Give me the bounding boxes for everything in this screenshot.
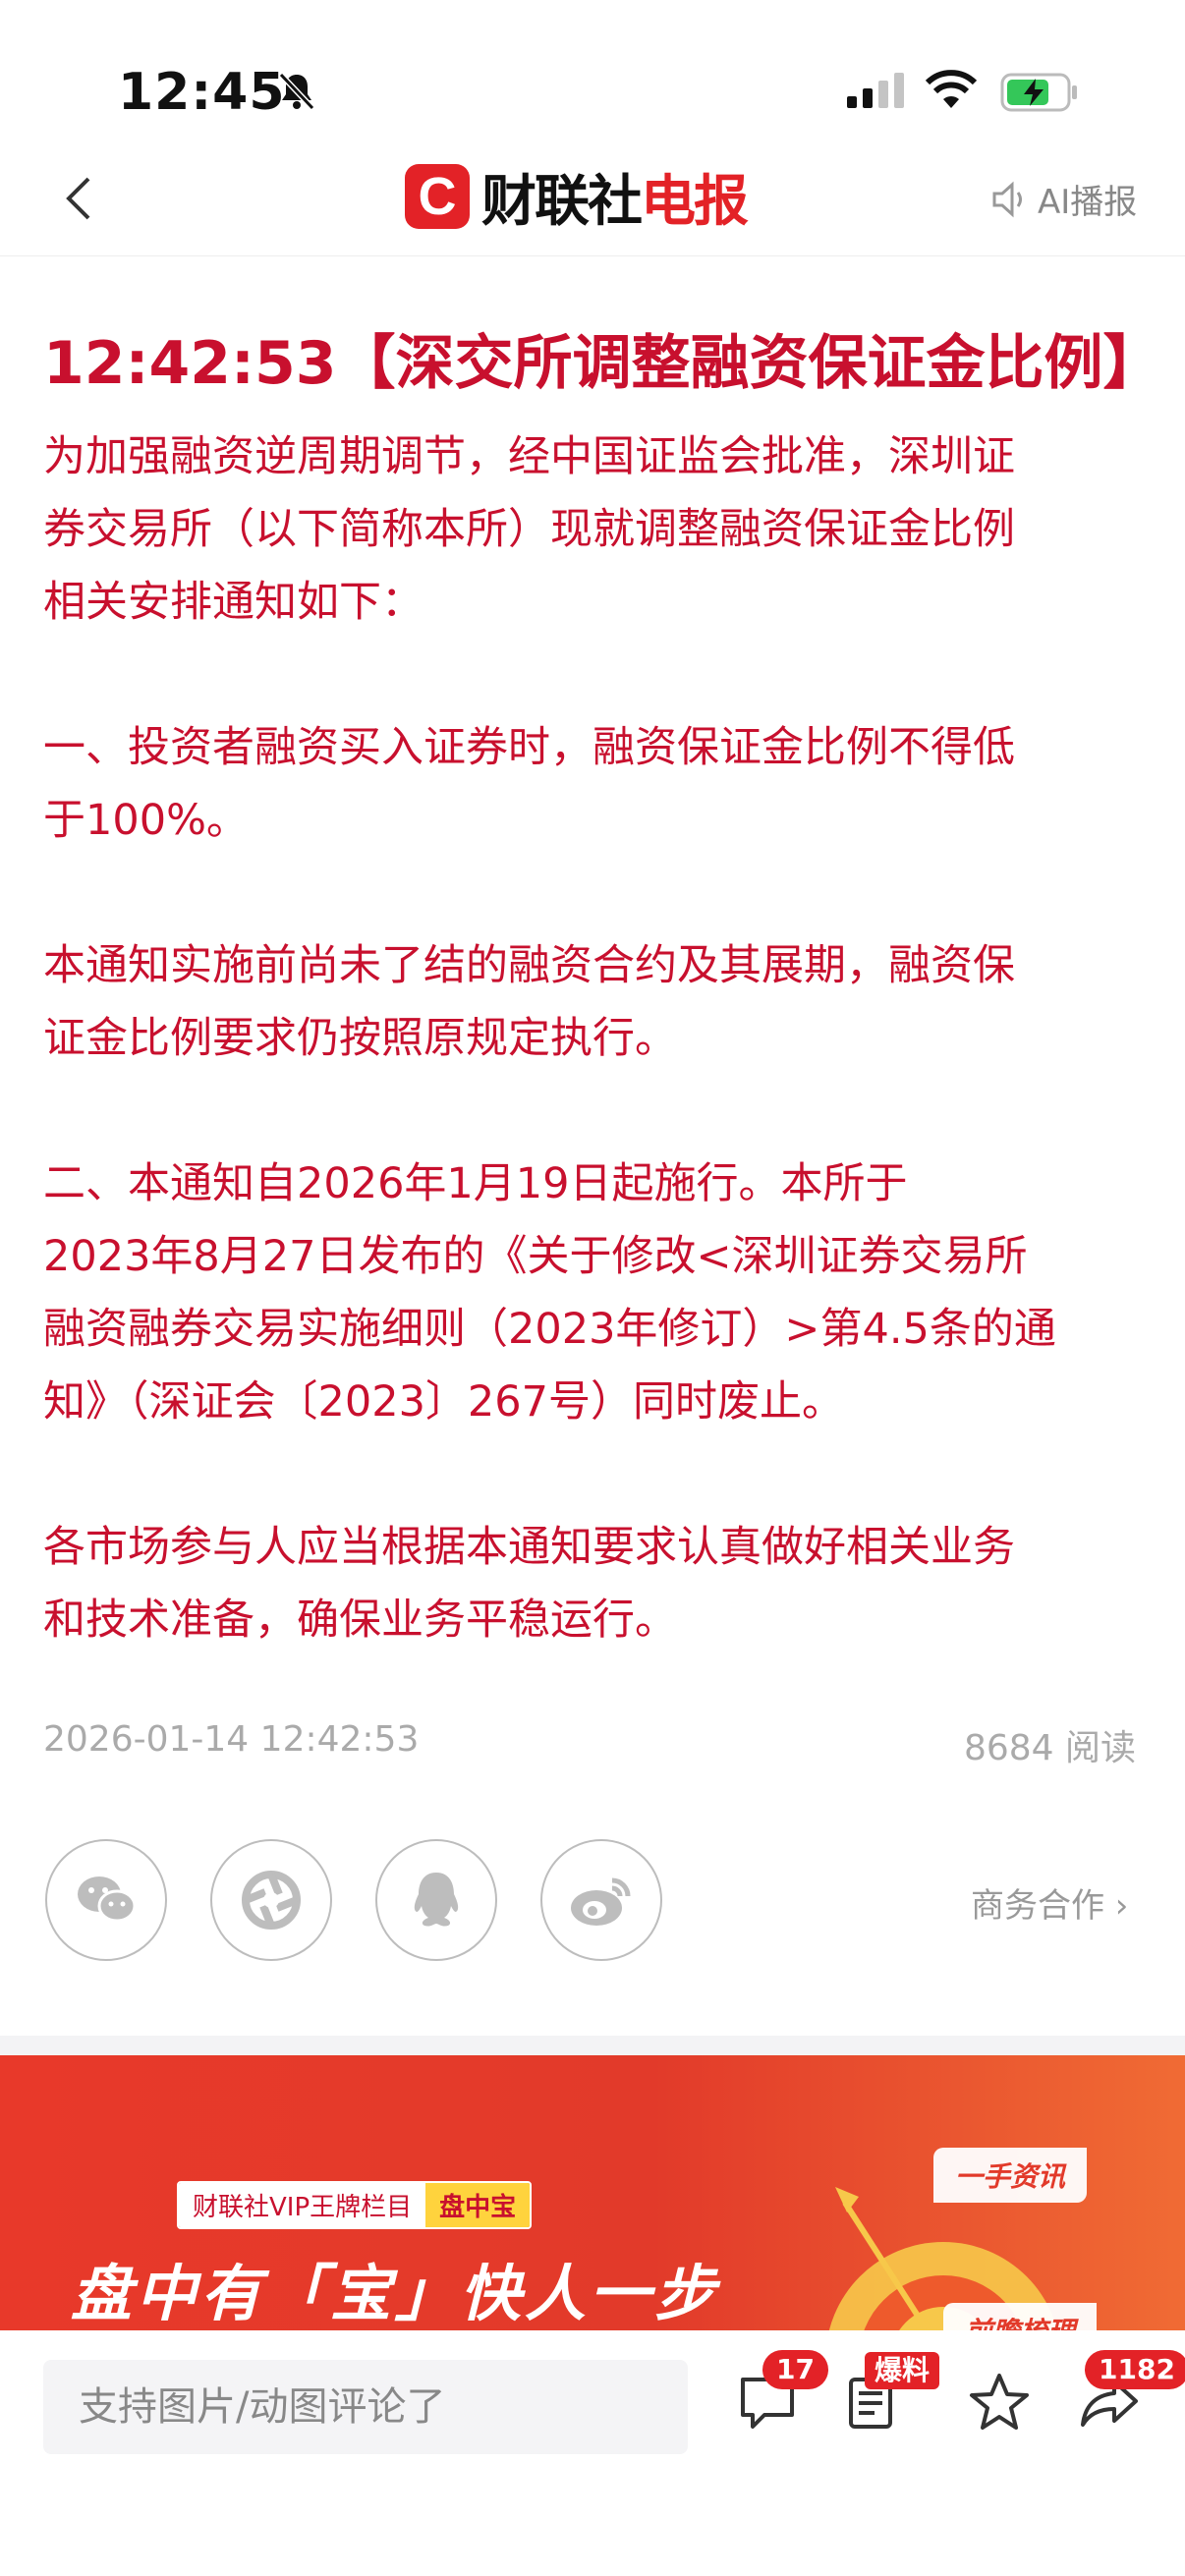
paragraph-line: 于100%。 <box>43 796 249 845</box>
report-label-badge: 爆料 <box>865 2352 940 2389</box>
logo-text: 财联社电报 <box>481 157 749 237</box>
paragraph-line: 知》（深证会〔2023〕267号）同时废止。 <box>43 1377 845 1427</box>
weibo-icon <box>571 1877 631 1926</box>
article-title: 12:42:53【深交所调整融资保证金比例】 <box>43 329 1162 398</box>
star-icon[interactable] <box>967 2370 1032 2435</box>
logo-name: 财联社 <box>481 169 643 234</box>
paragraph-line: 和技术准备，确保业务平稳运行。 <box>43 1596 677 1645</box>
paragraph-line: 券交易所（以下简称本所）现就调整融资保证金比例 <box>43 505 1015 554</box>
paragraph-line: 各市场参与人应当根据本通知要求认真做好相关业务 <box>43 1523 1015 1572</box>
share-weibo-button[interactable] <box>540 1839 662 1961</box>
banner-chip-news: 一手资讯 <box>933 2148 1088 2203</box>
paragraph-line: 融资融券交易实施细则（2023年修订）>第4.5条的通 <box>43 1305 1056 1354</box>
paragraph-line: 一、投资者融资买入证券时，融资保证金比例不得低 <box>43 723 1015 772</box>
article-meta: 2026-01-14 12:42:53 8684 阅读 <box>43 1719 1136 1770</box>
banner-tag-right: 盘中宝 <box>425 2183 531 2227</box>
logo-accent: 电报 <box>641 169 749 234</box>
qq-icon <box>414 1873 459 1927</box>
paragraph-line: 证金比例要求仍按照原规定执行。 <box>43 1014 677 1063</box>
share-qq-button[interactable] <box>375 1839 497 1961</box>
share-moments-button[interactable] <box>210 1839 332 1961</box>
share-row <box>45 1839 662 1961</box>
banner-tag: 财联社VIP王牌栏目 盘中宝 <box>177 2181 533 2229</box>
wechat-icon <box>78 1876 137 1923</box>
promo-banner[interactable]: 一手资讯 前瞻梳理 财联社VIP王牌栏目 盘中宝 盘中有「宝」快人一步 <box>0 2055 1185 2330</box>
silent-bell-icon <box>278 72 315 111</box>
app-logo: C 财联社电报 <box>405 157 749 237</box>
comment-input[interactable]: 支持图片/动图评论了 <box>43 2360 688 2454</box>
cellular-signal-icon <box>847 73 904 108</box>
speaker-icon <box>992 181 1022 217</box>
comment-count-badge: 17 <box>762 2350 828 2389</box>
business-cooperation-link[interactable]: 商务合作 › <box>971 1878 1128 1927</box>
nav-header: C 财联社电报 AI播报 <box>0 147 1185 256</box>
share-wechat-button[interactable] <box>45 1839 167 1961</box>
publish-timestamp: 2026-01-14 12:42:53 <box>43 1719 420 1760</box>
paragraph-line: 2023年8月27日发布的《关于修改<深圳证券交易所 <box>43 1232 1028 1281</box>
ai-broadcast-label: AI播报 <box>1038 183 1138 222</box>
banner-chip-outlook: 前瞻梳理 <box>943 2303 1098 2330</box>
paragraph-line: 本通知实施前尚未了结的融资合约及其展期，融资保 <box>43 941 1015 990</box>
paragraph-line: 为加强融资逆周期调节，经中国证监会批准，深圳证 <box>43 432 1015 481</box>
banner-slogan: 盘中有「宝」快人一步 <box>71 2258 720 2329</box>
back-arrow-icon[interactable] <box>51 169 110 228</box>
status-bar: 12:45 <box>0 0 1185 147</box>
share-count-badge: 1182 <box>1085 2350 1185 2389</box>
paragraph-line: 二、本通知自2026年1月19日起施行。本所于 <box>43 1159 908 1208</box>
read-count: 8684 阅读 <box>963 1728 1136 1768</box>
article-body: 12:42:53【深交所调整融资保证金比例】 为加强融资逆周期调节，经中国证监会… <box>43 324 1162 1656</box>
status-time: 12:45 <box>118 63 286 122</box>
logo-mark: C <box>405 164 470 229</box>
wifi-icon <box>925 70 978 108</box>
paragraph-line: 相关安排通知如下： <box>43 578 423 627</box>
bottom-action-bar: 支持图片/动图评论了 17 爆料 1182 <box>0 2330 1185 2576</box>
moments-icon <box>242 1871 301 1930</box>
battery-icon <box>1000 73 1077 112</box>
ai-broadcast-button[interactable]: AI播报 <box>988 175 1137 223</box>
section-divider <box>0 2036 1185 2055</box>
banner-tag-left: 财联社VIP王牌栏目 <box>179 2183 426 2227</box>
